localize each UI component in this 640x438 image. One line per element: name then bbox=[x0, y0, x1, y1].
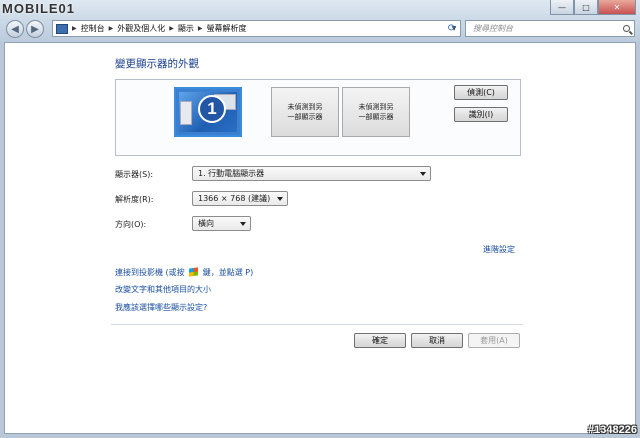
search-icon[interactable] bbox=[623, 25, 630, 32]
monitor-preview-area: 1 未偵測到另一部顯示器 未偵測到另一部顯示器 偵測(C) 識別(I) bbox=[115, 79, 521, 156]
search-placeholder: 搜尋控制台 bbox=[473, 24, 513, 33]
breadcrumb-display[interactable]: 顯示 bbox=[178, 23, 194, 34]
address-bar[interactable]: ▶ 控制台 ▶ 外觀及個人化 ▶ 顯示 ▶ 螢幕解析度 ▼ bbox=[52, 20, 461, 37]
breadcrumb-separator-icon[interactable]: ▶ bbox=[198, 25, 203, 32]
resolution-select[interactable]: 1366 × 768 (建議) bbox=[192, 191, 288, 206]
breadcrumb-appearance[interactable]: 外觀及個人化 bbox=[117, 23, 165, 34]
window-title-bar: MOBILE01 — □ ✕ ◀ ▶ ▶ 控制台 ▶ 外觀及個人化 ▶ 顯示 ▶… bbox=[0, 0, 640, 42]
projector-link-suffix: 鍵，並點選 P) bbox=[202, 268, 254, 277]
chevron-down-icon bbox=[240, 221, 246, 226]
chevron-down-icon bbox=[420, 171, 426, 176]
ok-button[interactable]: 確定 bbox=[354, 333, 406, 348]
identify-button[interactable]: 識別(I) bbox=[454, 107, 508, 122]
monitor-number-badge: 1 bbox=[198, 95, 226, 123]
maximize-button[interactable]: □ bbox=[574, 0, 598, 15]
chevron-down-icon bbox=[277, 196, 283, 201]
refresh-icon[interactable]: ⟳ bbox=[444, 21, 460, 36]
breadcrumb-separator-icon[interactable]: ▶ bbox=[109, 25, 114, 32]
orientation-select[interactable]: 橫向 bbox=[192, 216, 251, 231]
breadcrumb-separator-icon[interactable]: ▶ bbox=[169, 25, 174, 32]
breadcrumb-screen-resolution[interactable]: 螢幕解析度 bbox=[207, 23, 247, 34]
window-thumbnail-icon bbox=[180, 101, 192, 125]
close-button[interactable]: ✕ bbox=[598, 0, 636, 15]
monitor-3-label-line1: 未偵測到另 bbox=[358, 103, 394, 111]
breadcrumb-separator-icon[interactable]: ▶ bbox=[72, 25, 77, 32]
text-size-link[interactable]: 改變文字和其他項目的大小 bbox=[115, 284, 211, 295]
watermark-logo: MOBILE01 bbox=[2, 1, 76, 16]
monitor-2-tile[interactable]: 未偵測到另一部顯示器 bbox=[271, 87, 339, 137]
display-select[interactable]: 1. 行動電腦顯示器 bbox=[192, 166, 431, 181]
watermark-id: #1348226 bbox=[588, 424, 637, 436]
minimize-button[interactable]: — bbox=[550, 0, 574, 15]
orientation-label: 方向(O): bbox=[115, 220, 147, 229]
divider bbox=[111, 324, 523, 325]
resolution-label: 解析度(R): bbox=[115, 195, 154, 204]
display-settings-help-link[interactable]: 我應該選擇哪些顯示設定? bbox=[115, 302, 207, 313]
display-label: 顯示器(S): bbox=[115, 170, 154, 179]
apply-button[interactable]: 套用(A) bbox=[468, 333, 520, 348]
forward-button[interactable]: ▶ bbox=[26, 20, 44, 38]
orientation-select-value: 橫向 bbox=[198, 219, 214, 228]
window-controls: — □ ✕ bbox=[550, 0, 636, 15]
main-content: 變更顯示器的外觀 1 未偵測到另一部顯示器 未偵測到另一部顯示器 偵測(C) 識… bbox=[4, 42, 636, 434]
arrow-right-icon: ▶ bbox=[31, 23, 39, 35]
resolution-select-value: 1366 × 768 (建議) bbox=[198, 194, 271, 203]
monitor-2-label-line2: 一部顯示器 bbox=[287, 113, 323, 121]
windows-logo-icon bbox=[189, 267, 199, 277]
detect-button[interactable]: 偵測(C) bbox=[454, 85, 508, 100]
connect-projector-link[interactable]: 連接到投影機 (或按 鍵，並點選 P) bbox=[115, 267, 253, 278]
control-panel-icon bbox=[56, 23, 68, 34]
monitor-1-tile[interactable]: 1 bbox=[174, 87, 242, 137]
breadcrumb-control-panel[interactable]: 控制台 bbox=[81, 23, 105, 34]
projector-link-prefix: 連接到投影機 (或按 bbox=[115, 268, 185, 277]
monitor-2-label-line1: 未偵測到另 bbox=[287, 103, 323, 111]
cancel-button[interactable]: 取消 bbox=[411, 333, 463, 348]
display-select-value: 1. 行動電腦顯示器 bbox=[198, 169, 265, 178]
advanced-settings-link[interactable]: 進階設定 bbox=[483, 244, 515, 255]
search-input[interactable]: 搜尋控制台 bbox=[465, 20, 635, 37]
arrow-left-icon: ◀ bbox=[11, 23, 19, 35]
monitor-3-label-line2: 一部顯示器 bbox=[358, 113, 394, 121]
page-title: 變更顯示器的外觀 bbox=[115, 58, 199, 70]
control-panel-window: MOBILE01 — □ ✕ ◀ ▶ ▶ 控制台 ▶ 外觀及個人化 ▶ 顯示 ▶… bbox=[0, 0, 640, 438]
back-button[interactable]: ◀ bbox=[6, 20, 24, 38]
monitor-3-tile[interactable]: 未偵測到另一部顯示器 bbox=[342, 87, 410, 137]
